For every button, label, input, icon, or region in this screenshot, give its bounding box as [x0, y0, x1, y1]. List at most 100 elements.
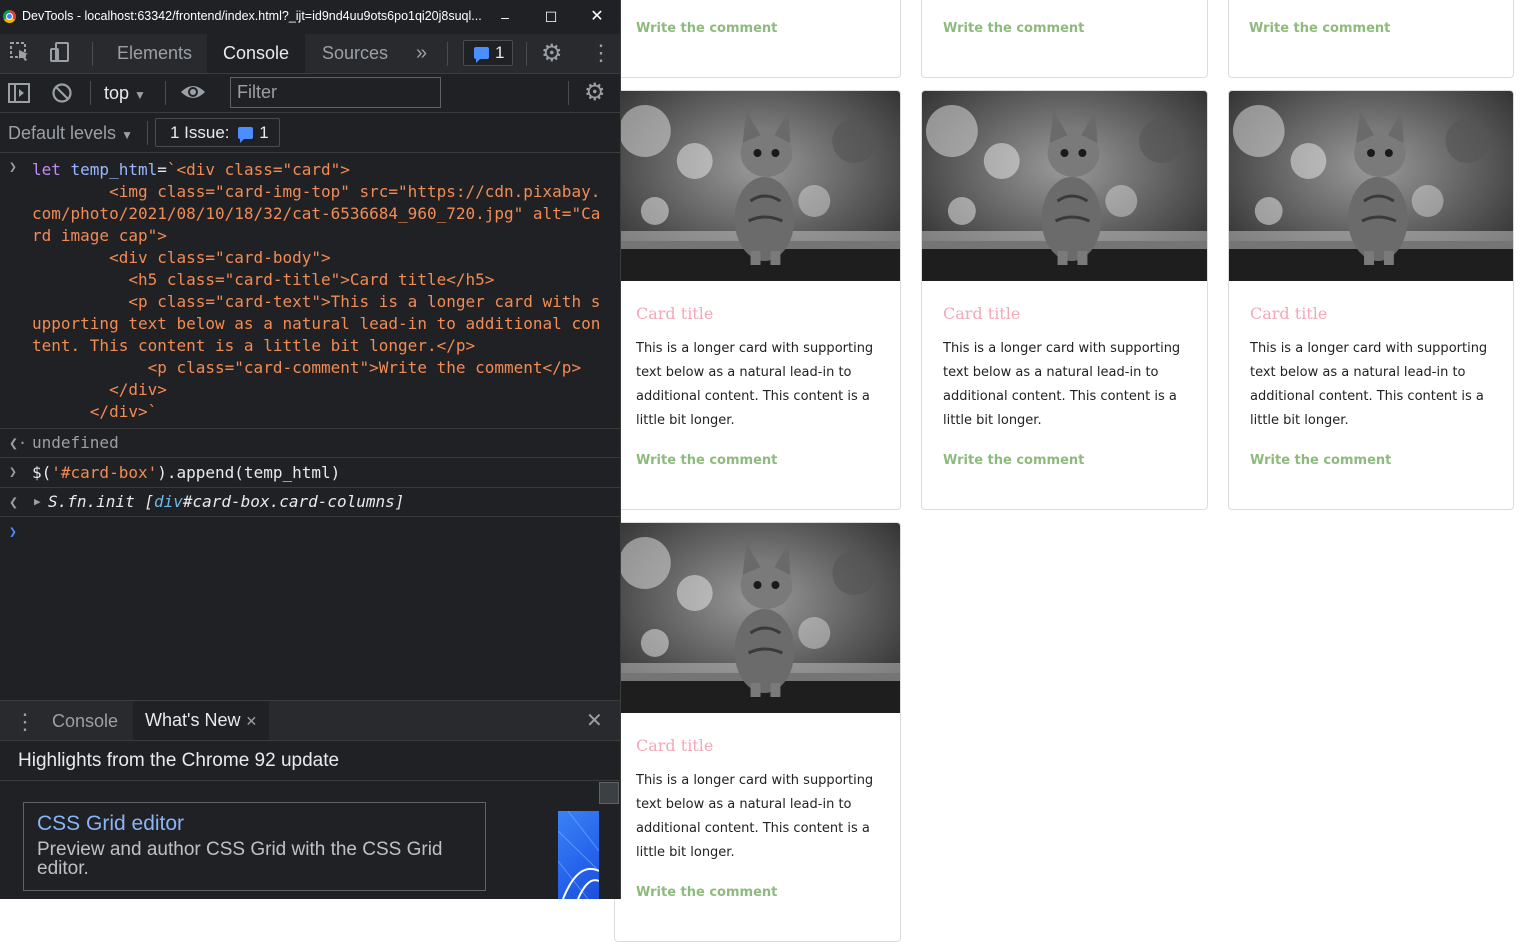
- card: Card title This is a longer card with sup…: [921, 90, 1208, 510]
- feature-card[interactable]: CSS Grid editor Preview and author CSS G…: [23, 802, 486, 891]
- card: Card title This is a longer card with sup…: [614, 522, 901, 942]
- message-icon: [474, 47, 489, 63]
- device-toggle-icon[interactable]: [48, 41, 72, 65]
- console-result-entry: ❮ ▶ S.fn.init [div#card-box.card-columns…: [0, 488, 620, 517]
- return-arrow-icon: ❮·: [9, 434, 28, 452]
- card-text: This is a longer card with supporting te…: [636, 341, 874, 428]
- code-token: =: [157, 160, 167, 179]
- separator: [526, 42, 527, 66]
- issues-count: 1: [259, 123, 269, 142]
- card-comment: Write the comment: [943, 21, 1085, 36]
- drawer-tab-console[interactable]: Console: [52, 711, 118, 732]
- card-comment[interactable]: Write the comment: [636, 453, 777, 468]
- messages-badge[interactable]: 1: [463, 40, 514, 66]
- object-tag: div: [153, 492, 183, 511]
- feature-title[interactable]: CSS Grid editor: [37, 812, 184, 836]
- console-settings-gear-icon[interactable]: ⚙: [584, 78, 606, 107]
- issues-label: 1 Issue:: [170, 123, 230, 142]
- object-id: #card-box.card-columns: [182, 492, 395, 511]
- console-result-object[interactable]: S.fn.init [div#card-box.card-columns]: [48, 491, 620, 513]
- card-partial: Write the comment: [614, 0, 901, 78]
- log-levels-dropdown[interactable]: Default levels ▼: [8, 123, 133, 144]
- close-tab-icon[interactable]: ✕: [245, 713, 257, 729]
- devtools-window: DevTools - localhost:63342/frontend/inde…: [0, 0, 621, 899]
- card-partial: Write the comment: [921, 0, 1208, 78]
- console-result: undefined: [32, 433, 119, 452]
- separator: [447, 42, 448, 66]
- separator: [568, 81, 569, 105]
- maximize-icon[interactable]: ☐: [540, 6, 562, 28]
- tab-sources[interactable]: Sources: [306, 34, 404, 73]
- console-input-entry: ❯ $('#card-box').append(temp_html): [0, 458, 620, 488]
- devtools-tab-bar: Elements Console Sources » 1 ⚙ ⋮: [0, 34, 620, 74]
- code-string: '#card-box': [51, 463, 158, 482]
- close-drawer-icon[interactable]: ✕: [586, 708, 603, 733]
- card-comment: Write the comment: [1249, 21, 1391, 36]
- separator: [92, 42, 93, 66]
- context-label: top: [104, 83, 130, 103]
- chrome-icon: [3, 10, 16, 23]
- card-title: Card title: [636, 304, 714, 323]
- object-prefix: S.fn.init [: [48, 492, 154, 511]
- close-icon[interactable]: ✕: [586, 6, 608, 28]
- console-code[interactable]: $('#card-box').append(temp_html): [32, 462, 607, 484]
- context-selector[interactable]: top ▼: [104, 83, 146, 104]
- card-title: Card title: [1250, 304, 1328, 323]
- filter-input[interactable]: [230, 77, 441, 108]
- code-token: `<div class="card"> <img class="card-img…: [32, 160, 601, 421]
- console-output: ❯ let temp_html=`<div class="card"> <img…: [0, 153, 620, 699]
- code-token: ).append(temp_html): [157, 463, 341, 482]
- live-expression-eye-icon[interactable]: [180, 82, 206, 107]
- card-title: Card title: [636, 736, 714, 755]
- separator: [90, 81, 91, 105]
- message-icon: [238, 127, 254, 143]
- separator: [147, 121, 148, 145]
- cat-photo: [615, 91, 900, 281]
- more-tabs-button[interactable]: »: [400, 34, 443, 73]
- cat-photo: [922, 91, 1207, 281]
- whats-new-heading: Highlights from the Chrome 92 update: [18, 750, 340, 771]
- clear-console-icon[interactable]: [51, 82, 73, 109]
- card-text: This is a longer card with supporting te…: [943, 341, 1181, 428]
- console-toolbar: top ▼ ⚙: [0, 74, 620, 113]
- input-chevron-icon: ❯: [9, 465, 17, 480]
- issues-button[interactable]: 1 Issue: 1: [155, 118, 280, 147]
- card-comment: Write the comment: [636, 21, 778, 36]
- separator: [165, 81, 166, 105]
- sidebar-toggle-icon[interactable]: [7, 82, 31, 109]
- window-title: DevTools - localhost:63342/frontend/inde…: [22, 9, 482, 23]
- code-token: let: [32, 160, 71, 179]
- drawer-tab-whats-new[interactable]: What's New ✕: [133, 701, 270, 740]
- drawer-tab-bar: ⋮ Console What's New ✕ ✕: [0, 700, 620, 741]
- feature-illustration: [558, 811, 599, 899]
- card-title: Card title: [943, 304, 1021, 323]
- input-chevron-icon: ❯: [9, 160, 17, 175]
- code-token: $(: [32, 463, 52, 482]
- scrollbar[interactable]: [599, 782, 619, 804]
- chevron-down-icon: ▼: [134, 88, 146, 102]
- card-comment[interactable]: Write the comment: [943, 453, 1084, 468]
- divider: [0, 780, 620, 781]
- title-bar: DevTools - localhost:63342/frontend/inde…: [0, 0, 620, 34]
- console-prompt-icon[interactable]: ❯: [9, 525, 17, 540]
- inspect-element-icon[interactable]: [8, 41, 32, 65]
- log-levels-label: Default levels: [8, 123, 117, 143]
- console-code[interactable]: let temp_html=`<div class="card"> <img c…: [32, 159, 607, 423]
- console-result-entry: ❮· undefined: [0, 429, 620, 458]
- drawer-menu-icon[interactable]: ⋮: [14, 709, 36, 735]
- expand-triangle-icon[interactable]: ▶: [34, 495, 41, 508]
- kebab-menu-icon[interactable]: ⋮: [590, 40, 612, 66]
- messages-count: 1: [495, 43, 505, 62]
- object-suffix: ]: [394, 492, 405, 511]
- code-token: temp_html: [70, 160, 158, 179]
- whats-new-panel: Highlights from the Chrome 92 update CSS…: [0, 741, 620, 899]
- card-comment[interactable]: Write the comment: [1250, 453, 1391, 468]
- card-text: This is a longer card with supporting te…: [636, 773, 874, 860]
- cat-photo: [1229, 91, 1513, 281]
- minimize-icon[interactable]: –: [494, 6, 516, 28]
- settings-gear-icon[interactable]: ⚙: [541, 39, 563, 68]
- tab-label: What's New: [145, 710, 241, 730]
- tab-elements[interactable]: Elements: [101, 34, 208, 73]
- tab-console[interactable]: Console: [207, 34, 306, 73]
- card-comment[interactable]: Write the comment: [636, 885, 777, 900]
